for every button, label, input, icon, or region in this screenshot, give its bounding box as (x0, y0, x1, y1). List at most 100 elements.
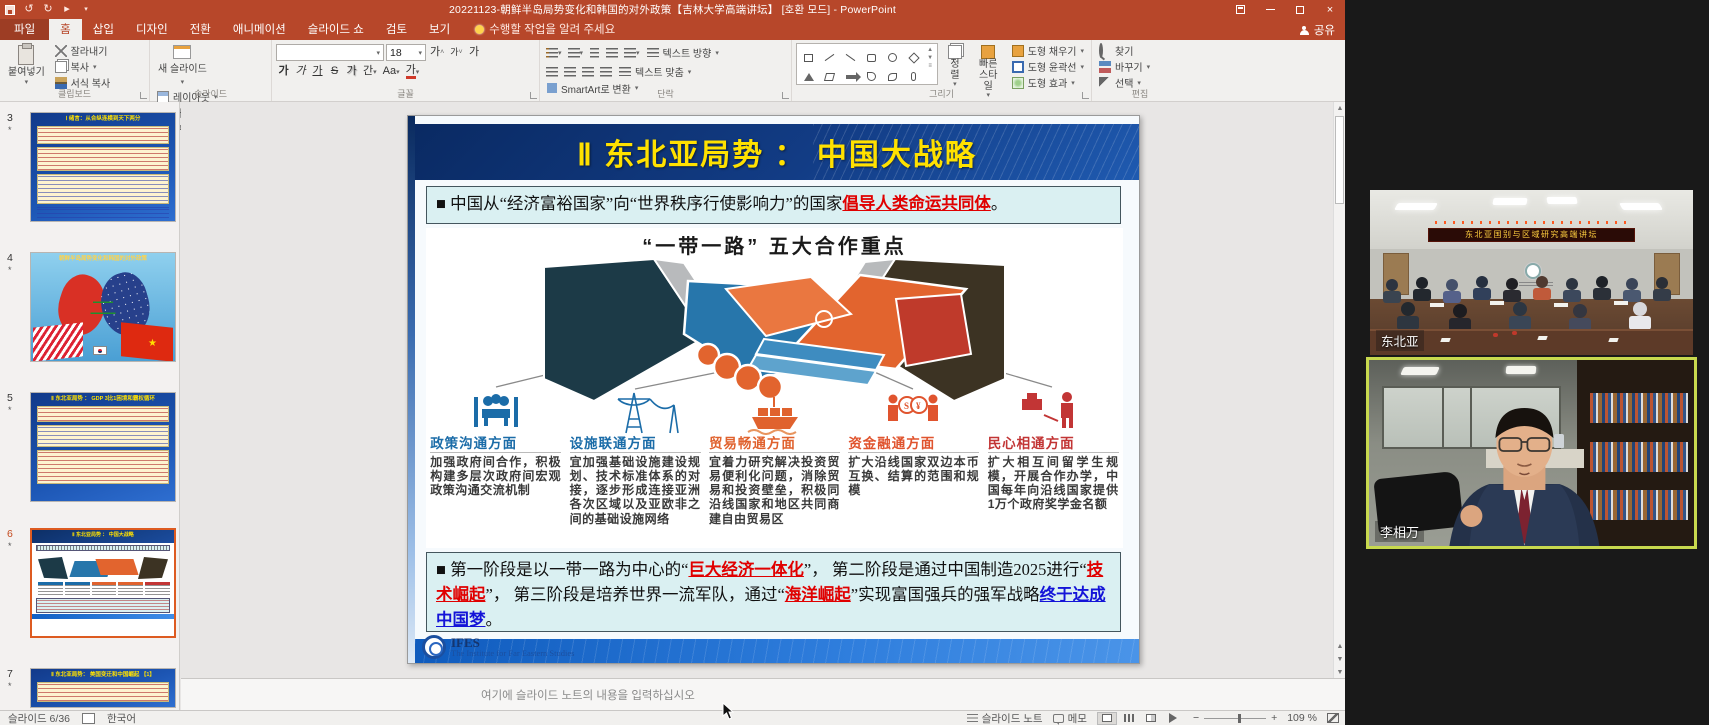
numbering-button[interactable]: ▾ (566, 45, 586, 60)
arrange-button[interactable]: 정렬▾ (942, 43, 968, 89)
character-spacing-button[interactable]: 간▾ (361, 64, 379, 79)
align-center-button[interactable] (562, 64, 578, 79)
replace-button[interactable]: 바꾸기▾ (1096, 59, 1153, 74)
tab-transitions[interactable]: 전환 (179, 19, 222, 40)
paste-button[interactable]: 붙여넣기▾ (4, 43, 49, 89)
slide-sorter-view-button[interactable] (1119, 712, 1139, 725)
video-tile-speaker-active[interactable]: 李相万 (1366, 357, 1697, 549)
increase-indent-button[interactable] (604, 45, 620, 60)
tab-review[interactable]: 검토 (375, 19, 418, 40)
font-name-input[interactable] (280, 47, 376, 59)
text-shadow-button[interactable]: 가 (344, 64, 359, 79)
italic-button[interactable]: 가 (293, 64, 308, 79)
change-case-button[interactable]: Aa▾ (381, 64, 402, 79)
triangle-shape-icon[interactable] (804, 73, 814, 81)
belt-road-diagram[interactable]: “一带一路” 五大合作重点 (426, 228, 1123, 548)
rectangle-shape-icon[interactable] (804, 54, 813, 62)
slide-3-miniature[interactable]: Ⅰ 绪言：从合纵连横到天下两分 (30, 112, 176, 222)
ribbon-display-options-icon[interactable] (1225, 0, 1255, 19)
line-shape-icon[interactable] (825, 54, 835, 61)
slide-editor-area[interactable]: Ⅱ 东北亚局势 ： 中国大战略 ■ 中国从“经济富裕国家”向“世界秩序行使影响力… (181, 102, 1333, 678)
tab-file[interactable]: 파일 (0, 19, 49, 40)
oval-shape-icon[interactable] (888, 53, 897, 62)
slide-title-banner[interactable]: Ⅱ 东北亚局势 ： 中国大战略 (415, 124, 1139, 180)
tell-me-box[interactable]: 수행할 작업을 알려 주세요 (475, 21, 615, 40)
font-size-combo[interactable]: ▾ (386, 44, 426, 61)
tab-animations[interactable]: 애니메이션 (222, 19, 297, 40)
parallelogram-shape-icon[interactable] (824, 73, 835, 81)
restore-button[interactable] (1285, 0, 1315, 19)
quick-styles-button[interactable]: 빠른 스타일▾ (972, 43, 1005, 89)
ime-icon[interactable] (82, 713, 95, 724)
text-direction-button[interactable]: 텍스트 방향▾ (644, 45, 722, 60)
video-tile-classroom[interactable]: 东北亚国别与区域研究高端讲坛 (1370, 190, 1693, 355)
thumbnail-slide-6-selected[interactable]: 6 * Ⅱ 东北亚局势 ： 中国大战略 (0, 528, 180, 642)
bold-button[interactable]: 가 (276, 64, 291, 79)
underline-button[interactable]: 가 (310, 64, 325, 79)
font-size-input[interactable] (390, 47, 412, 59)
slide-top-textbox[interactable]: ■ 中国从“经济富裕国家”向“世界秩序行使影响力”的国家倡导人类命运共同体。 (426, 186, 1121, 224)
minimize-button[interactable] (1255, 0, 1285, 19)
thumbnail-slide-7[interactable]: 7 * Ⅱ 东北亚局势： 美国变迁和中国崛起 【1】 (0, 668, 180, 710)
shape-outline-button[interactable]: 도형 윤곽선▾ (1009, 59, 1087, 74)
align-left-button[interactable] (544, 64, 560, 79)
decrease-indent-button[interactable] (587, 45, 602, 60)
slide-4-miniature[interactable]: 朝鲜半岛局势变化和韩国的对外政策 ▬▬▬▬▬▬▬▬▬ ★ (30, 252, 176, 362)
slide-5-miniature[interactable]: Ⅱ 东北亚局势 ： GDP 3比1困境和霸权循环 (30, 392, 176, 502)
normal-view-button[interactable] (1097, 712, 1117, 725)
thumbnail-slide-5[interactable]: 5 * Ⅱ 东北亚局势 ： GDP 3比1困境和霸权循环 (0, 392, 180, 504)
language-indicator[interactable]: 한국어 (107, 711, 136, 725)
tab-slideshow[interactable]: 슬라이드 쇼 (297, 19, 375, 40)
tab-insert[interactable]: 삽입 (82, 19, 125, 40)
tab-view[interactable]: 보기 (418, 19, 461, 40)
align-right-button[interactable] (580, 64, 596, 79)
copy-button[interactable]: 복사▾ (52, 59, 114, 74)
shapes-gallery[interactable]: ▲▼≡ (796, 43, 938, 85)
zoom-slider-thumb[interactable] (1238, 714, 1241, 723)
line-spacing-button[interactable]: ▾ (622, 45, 642, 60)
new-slide-button[interactable]: 새 슬라이드▾ (154, 43, 211, 89)
slide-bottom-textbox[interactable]: ■ 第一阶段是以一带一路为中心的“巨大经济一体化”， 第二阶段是通过中国制造20… (426, 552, 1121, 632)
slide-7-miniature[interactable]: Ⅱ 东北亚局势： 美国变迁和中国崛起 【1】 (30, 668, 176, 708)
reading-view-button[interactable] (1141, 712, 1161, 725)
scrollbar-thumb[interactable] (1335, 116, 1344, 204)
thumbnail-slide-3[interactable]: 3 * Ⅰ 绪言：从合纵连横到天下两分 (0, 112, 180, 224)
grow-font-button[interactable]: 가˄ (428, 45, 446, 60)
tab-design[interactable]: 디자인 (125, 19, 179, 40)
find-button[interactable]: 찾기 (1096, 43, 1153, 58)
strikethrough-button[interactable]: S (327, 64, 342, 79)
shrink-font-button[interactable]: 가˅ (448, 45, 464, 60)
fit-to-window-icon[interactable] (1327, 713, 1339, 723)
cut-button[interactable]: 잘라내기 (52, 43, 114, 58)
share-button[interactable]: 공유 (1300, 22, 1335, 38)
slide-6-miniature[interactable]: Ⅱ 东北亚局势 ： 中国大战略 (30, 528, 176, 638)
shapes-gallery-scrollbar[interactable]: ▲▼≡ (927, 47, 933, 69)
font-color-button[interactable]: 가▾ (404, 64, 422, 79)
pie-shape-icon[interactable] (867, 72, 876, 81)
diamond-shape-icon[interactable] (908, 52, 919, 63)
shape-fill-button[interactable]: 도형 채우기▾ (1009, 43, 1087, 58)
comments-button[interactable]: 메모 (1053, 711, 1087, 725)
clear-formatting-button[interactable]: 가 (467, 45, 482, 60)
rounded-rectangle-shape-icon[interactable] (867, 54, 876, 62)
tab-home[interactable]: 홈 (49, 19, 82, 40)
zoom-in-icon[interactable]: + (1271, 712, 1277, 724)
editor-scrollbar[interactable]: ▲ ▲ ▼ ▼ (1333, 102, 1345, 678)
line-shape-icon[interactable] (846, 54, 856, 61)
notes-pane[interactable]: 여기에 슬라이드 노트의 내용을 입력하십시오 (181, 678, 1345, 710)
justify-button[interactable] (598, 64, 614, 79)
paragraph-dialog-launcher-icon[interactable] (782, 92, 789, 99)
zoom-slider[interactable] (1204, 718, 1266, 719)
slideshow-view-button[interactable] (1163, 712, 1183, 725)
clipboard-dialog-launcher-icon[interactable] (140, 92, 147, 99)
font-dialog-launcher-icon[interactable] (530, 92, 537, 99)
align-text-button[interactable]: 텍스트 맞춤▾ (616, 64, 694, 79)
slide-canvas[interactable]: Ⅱ 东北亚局势 ： 中国大战略 ■ 中国从“经济富裕国家”向“世界秩序行使影响力… (407, 115, 1140, 664)
bullets-button[interactable]: ▾ (544, 45, 564, 60)
font-name-combo[interactable]: ▾ (276, 44, 384, 61)
drawing-dialog-launcher-icon[interactable] (1082, 92, 1089, 99)
zoom-level[interactable]: 109 % (1287, 712, 1317, 724)
notes-toggle-button[interactable]: 슬라이드 노트 (967, 711, 1043, 725)
notes-placeholder[interactable]: 여기에 슬라이드 노트의 내용을 입력하십시오 (481, 687, 695, 703)
arrow-shape-icon[interactable] (846, 75, 856, 79)
